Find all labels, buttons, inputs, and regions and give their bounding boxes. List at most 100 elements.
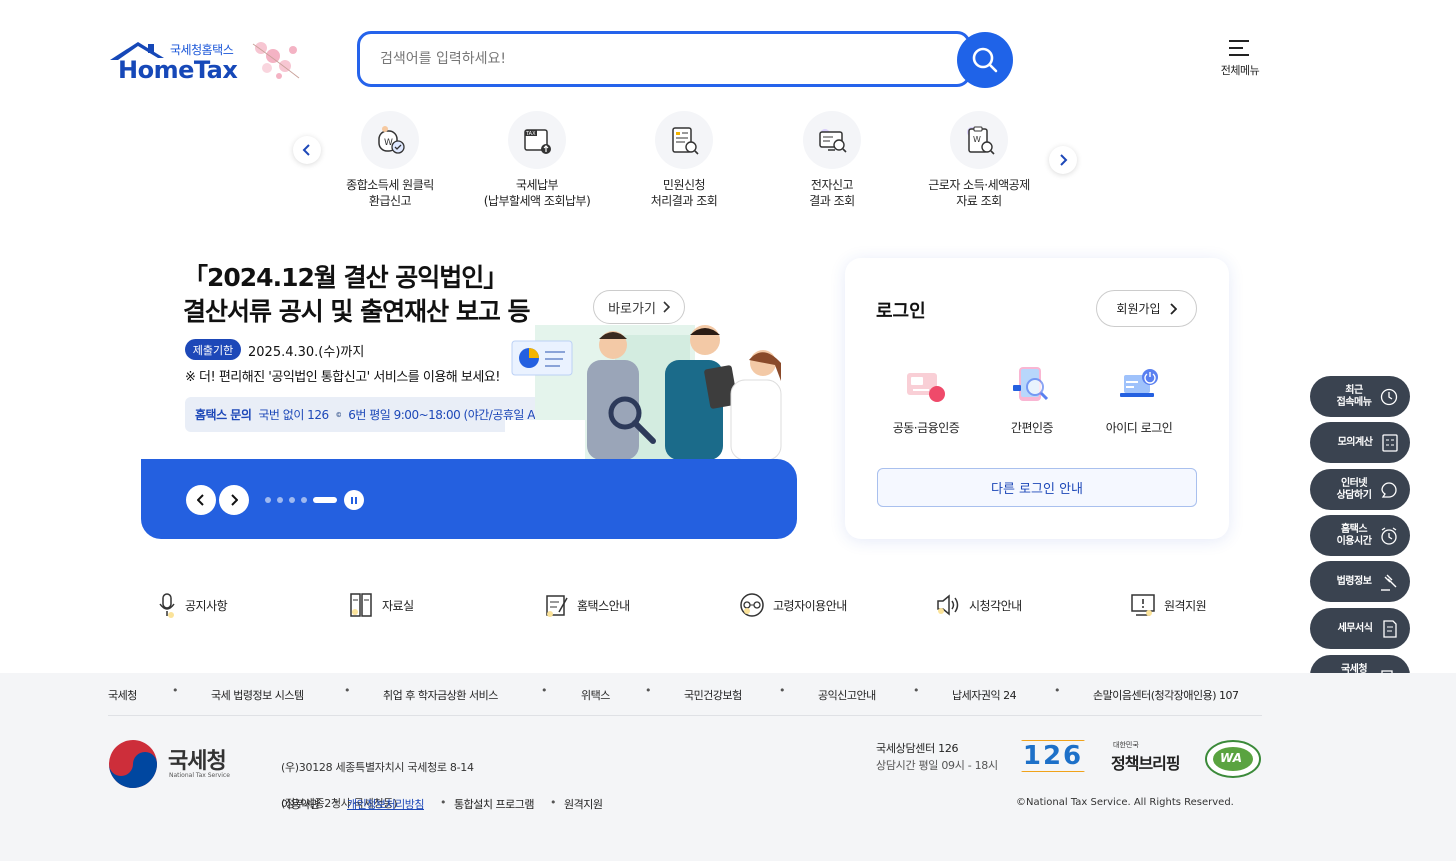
info-link-notice[interactable]: 공지사항	[157, 592, 228, 618]
quick-menu-item-civil-request[interactable]: 민원신청 처리결과 조회	[619, 111, 749, 209]
chevron-right-icon	[1169, 302, 1177, 315]
footer-address: (우)30128 세종특별자치시 국세청로 8-14 (정부세종2청사 국세청동…	[281, 741, 474, 831]
footer-terms-link[interactable]: 이용약관	[281, 796, 320, 812]
footer-link-student-loan[interactable]: 취업 후 학자금상환 서비스	[383, 687, 498, 703]
e-filing-icon	[803, 111, 861, 169]
banner-dot-active[interactable]	[313, 497, 337, 503]
other-login-button[interactable]: 다른 로그인 안내	[877, 468, 1197, 507]
side-menu-recent[interactable]: 최근 접속메뉴	[1310, 376, 1410, 417]
wa-mark-text: WA	[1220, 751, 1243, 765]
copyright: ©National Tax Service. All Rights Reserv…	[1016, 797, 1234, 808]
pause-icon	[351, 496, 353, 504]
all-menu-button[interactable]: 전체메뉴	[1214, 38, 1266, 82]
footer-install-link[interactable]: 통합설치 프로그램	[454, 796, 534, 812]
banner-dot[interactable]	[277, 497, 283, 503]
banner-illustration	[505, 325, 782, 460]
side-menu-label: 인터넷 상담하기	[1336, 477, 1372, 501]
footer-link-nts[interactable]: 국세청	[108, 687, 137, 703]
call-126-badge: 126	[1020, 740, 1086, 772]
side-menu-simulation[interactable]: 모의계산	[1310, 422, 1410, 463]
side-menu-label: 홈택스 이용시간	[1336, 523, 1372, 547]
side-menu-label: 세무서식	[1337, 622, 1373, 634]
footer-link-sign-relay[interactable]: 손말이음센터(청각장애인용) 107	[1093, 687, 1239, 703]
svg-text:TAX: TAX	[525, 131, 536, 137]
alarm-icon	[1381, 526, 1397, 545]
banner-goto-label: 바로가기	[608, 301, 656, 317]
microphone-icon	[159, 593, 175, 618]
arrow-circle-icon	[335, 411, 341, 418]
remote-support-icon	[1131, 594, 1155, 616]
search-input[interactable]	[360, 34, 900, 84]
info-link-label: 고령자이용안내	[773, 598, 847, 613]
banner-dot[interactable]	[289, 497, 295, 503]
info-link-archive[interactable]: 자료실	[350, 592, 414, 618]
senior-icon	[740, 593, 764, 617]
quick-menu-label: 종합소득세 원클릭 환급신고	[346, 178, 434, 208]
gavel-icon	[1381, 574, 1397, 591]
banner-dot[interactable]	[301, 497, 307, 503]
signup-label: 회원가입	[1116, 302, 1161, 316]
policy-briefing-logo[interactable]: 대한민국 정책브리핑	[1111, 740, 1189, 774]
info-link-guide[interactable]: 홈택스안내	[545, 592, 630, 618]
calculator-icon	[1382, 433, 1398, 452]
side-menu-service-hours[interactable]: 홈택스 이용시간	[1310, 515, 1410, 556]
side-menu-online-consult[interactable]: 인터넷 상담하기	[1310, 469, 1410, 510]
side-menu-label: 최근 접속메뉴	[1336, 384, 1372, 408]
call-center-hours: 상담시간 평일 09시 - 18시	[876, 759, 998, 772]
quick-menu-label: 전자신고 결과 조회	[809, 178, 855, 208]
footer-divider	[108, 715, 1262, 716]
footer-link-taxpayer-rights[interactable]: 납세자권익 24	[952, 687, 1017, 703]
banner-next-button[interactable]	[219, 485, 249, 515]
quick-menu-prev-button[interactable]	[293, 136, 321, 164]
quick-menu-item-deduction-data[interactable]: W 근로자 소득·세액공제 자료 조회	[914, 111, 1044, 209]
deduction-data-icon: W	[950, 111, 1008, 169]
banner-dot[interactable]	[265, 497, 271, 503]
login-option-id-login[interactable]: 아이디 로그인	[1084, 363, 1194, 436]
info-link-label: 공지사항	[185, 598, 228, 613]
chevron-right-icon	[663, 301, 670, 313]
banner-pause-button[interactable]	[344, 490, 364, 510]
deadline-badge: 제출기한	[185, 339, 241, 360]
chevron-left-icon	[302, 144, 310, 156]
address-line1: (우)30128 세종특별자치시 국세청로 8-14	[281, 761, 474, 774]
footer-link-public-report[interactable]: 공익신고안내	[818, 687, 876, 703]
footer-link-law-system[interactable]: 국세 법령정보 시스템	[211, 687, 304, 703]
side-menu-label: 법령정보	[1336, 575, 1372, 587]
nts-logo[interactable]: 국세청 National Tax Service	[108, 739, 248, 789]
nts-logo-text: 국세청	[168, 749, 227, 774]
signup-button[interactable]: 회원가입	[1096, 290, 1197, 327]
login-option-simple-auth[interactable]: 간편인증	[977, 363, 1087, 436]
svg-text:W: W	[973, 135, 981, 144]
footer-privacy-link[interactable]: 개인정보처리방침	[347, 796, 424, 812]
simple-auth-icon	[1009, 363, 1055, 409]
footer-remote-link[interactable]: 원격지원	[564, 796, 603, 812]
quick-menu-next-button[interactable]	[1049, 146, 1077, 174]
hometax-logo[interactable]: 국세청홈택스 HomeTax	[108, 38, 303, 86]
quick-menu-item-refund[interactable]: W 종합소득세 원클릭 환급신고	[325, 111, 455, 209]
inquiry-label: 홈택스 문의	[195, 408, 252, 422]
side-menu-law-info[interactable]: 법령정보	[1310, 561, 1410, 602]
guide-icon	[546, 595, 568, 617]
banner-goto-button[interactable]: 바로가기	[593, 290, 685, 324]
login-option-certificate[interactable]: 공동·금융인증	[871, 363, 981, 436]
banner-title[interactable]: 「2024.12월 결산 공익법인」 결산서류 공시 및 출연재산 보고 등	[183, 261, 531, 329]
info-link-audiovisual[interactable]: 시청각안내	[935, 592, 1022, 618]
cherry-blossom-icon	[252, 42, 300, 79]
footer-link-health-insurance[interactable]: 국민건강보험	[684, 687, 742, 703]
banner-prev-button[interactable]	[186, 485, 216, 515]
quick-menu-item-e-filing[interactable]: 전자신고 결과 조회	[767, 111, 897, 209]
tax-payment-icon: TAX	[508, 111, 566, 169]
quick-menu-item-tax-payment[interactable]: TAX 국세납부 (납부할세액 조회납부)	[472, 111, 602, 209]
call-center-name: 국세상담센터 126	[876, 742, 959, 755]
certificate-icon	[903, 363, 949, 409]
info-link-remote-support[interactable]: 원격지원	[1130, 592, 1207, 618]
quick-menu-label: 민원신청 처리결과 조회	[650, 178, 718, 208]
quick-menu-label: 근로자 소득·세액공제 자료 조회	[928, 178, 1030, 208]
all-menu-label: 전체메뉴	[1220, 64, 1260, 77]
search-button[interactable]	[957, 32, 1013, 88]
speaker-icon	[937, 594, 959, 616]
info-link-senior[interactable]: 고령자이용안내	[739, 592, 847, 618]
login-title: 로그인	[876, 301, 926, 322]
side-menu-tax-forms[interactable]: 세무서식	[1310, 608, 1410, 649]
footer-link-wetax[interactable]: 위택스	[581, 687, 610, 703]
